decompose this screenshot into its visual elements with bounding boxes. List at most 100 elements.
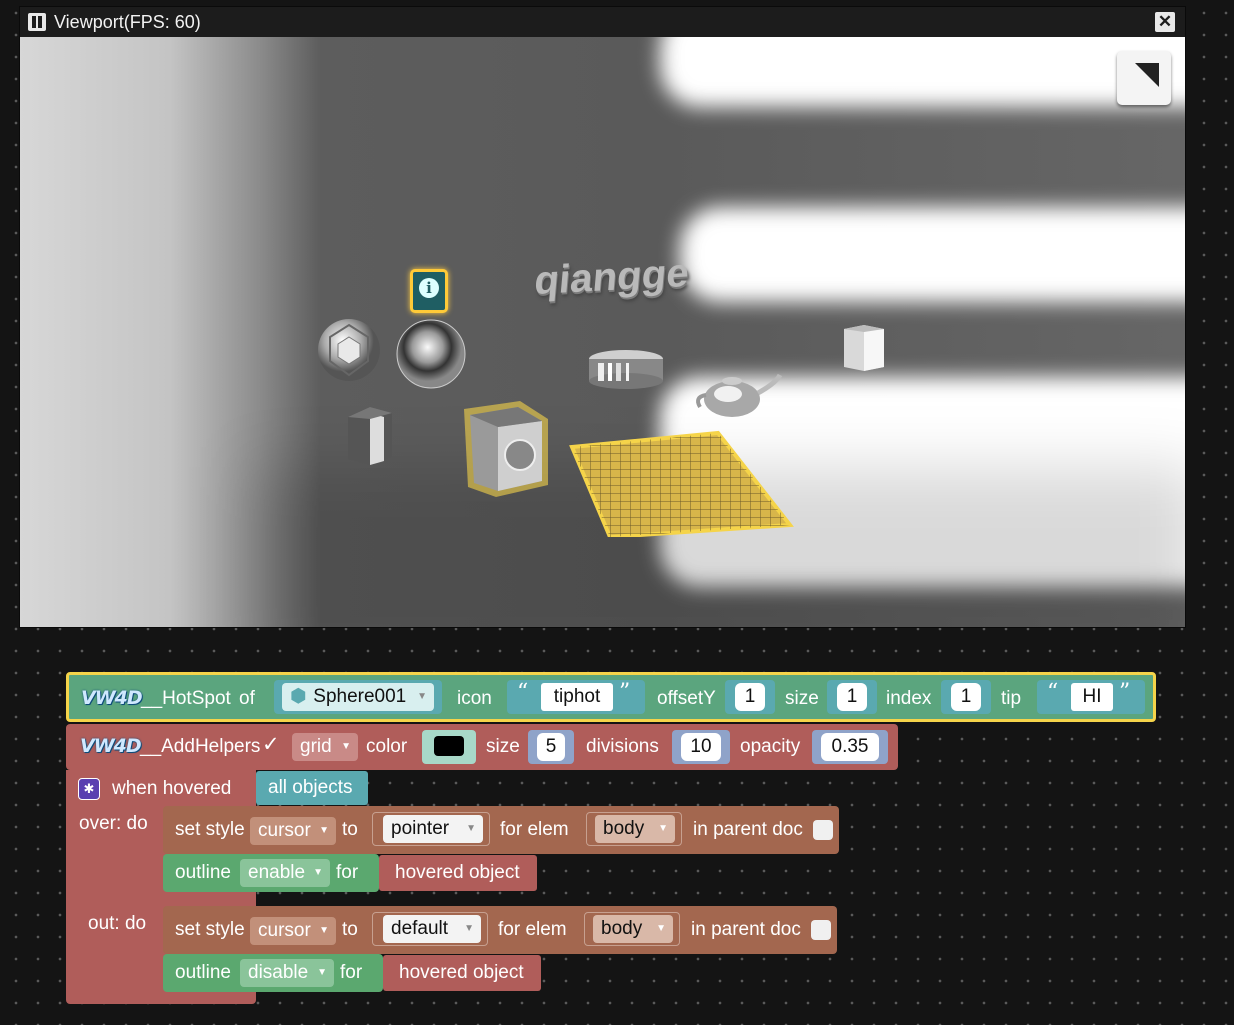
color-block[interactable] (422, 730, 476, 764)
tip-label: tip (1001, 688, 1022, 709)
set-style-label: set style (175, 819, 245, 840)
hexagon-prism-object[interactable] (340, 405, 400, 467)
style-property-dropdown[interactable]: cursor ▼ (250, 817, 336, 845)
3d-text-label: qiangge (532, 251, 691, 303)
hotspot-info-icon[interactable]: i (410, 269, 448, 313)
divisions-input[interactable]: 10 (681, 733, 721, 761)
3d-scene[interactable]: qiangge i (20, 37, 1185, 627)
hovered-object-block[interactable]: hovered object (379, 855, 537, 891)
cursor-value-block[interactable]: default ▼ (372, 912, 488, 946)
hovered-object-label: hovered object (399, 962, 524, 983)
hovered-object-block[interactable]: hovered object (383, 955, 541, 991)
vw4d-logo: VW4D (81, 687, 143, 709)
hover-target-block[interactable]: all objects (256, 771, 368, 805)
icon-string-input[interactable]: tiphot (541, 683, 613, 711)
elem-value-block[interactable]: body ▼ (584, 912, 680, 946)
cursor-value-dropdown[interactable]: default ▼ (383, 915, 481, 943)
elem-dropdown[interactable]: body ▼ (595, 815, 675, 843)
quote-open: “ (1047, 680, 1059, 705)
chevron-down-icon: ▼ (319, 825, 329, 836)
chevron-down-icon: ▼ (658, 823, 668, 834)
cursor-value-dropdown[interactable]: pointer ▼ (383, 815, 483, 843)
index-input[interactable]: 1 (951, 683, 981, 711)
outline-mode-value: disable (248, 962, 309, 983)
outline-mode-value: enable (248, 862, 306, 883)
parent-doc-checkbox[interactable] (811, 920, 831, 940)
cube-small-object[interactable] (840, 323, 888, 373)
light-stripe (660, 37, 1185, 107)
icon-label: icon (457, 688, 492, 709)
to-label: to (342, 819, 358, 840)
enabled-checkbox[interactable]: ✓ (262, 734, 280, 756)
parent-doc-checkbox[interactable] (813, 820, 833, 840)
object-value: Sphere001 (313, 686, 407, 707)
cursor-value-block[interactable]: pointer ▼ (372, 812, 490, 846)
outline-mode-dropdown[interactable]: enable ▼ (240, 859, 330, 887)
tip-string-block[interactable]: “ HI ” (1037, 680, 1145, 714)
in-parent-doc-label: in parent doc (691, 919, 801, 940)
object-value-block[interactable]: ⬢ Sphere001 ▼ (274, 680, 442, 714)
pause-icon[interactable] (28, 13, 46, 31)
helper-type-dropdown[interactable]: grid ▼ (292, 733, 358, 761)
elem-dropdown[interactable]: body ▼ (593, 915, 673, 943)
hovered-object-label: hovered object (395, 862, 520, 883)
helper-type-value: grid (300, 736, 332, 757)
offsety-label: offsetY (657, 688, 716, 709)
over-do-label: over: do (79, 813, 148, 834)
cylinder-disc-object[interactable] (586, 349, 666, 391)
cursor-value: pointer (391, 818, 450, 839)
object-dropdown[interactable]: ⬢ Sphere001 ▼ (282, 683, 434, 711)
chevron-down-icon: ▼ (317, 967, 327, 978)
quote-close: ” (619, 680, 631, 705)
outline-label: outline (175, 862, 231, 883)
style-property-value: cursor (258, 820, 311, 841)
outline-block[interactable]: outline disable ▼ for (163, 954, 383, 992)
in-parent-doc-label: in parent doc (693, 819, 803, 840)
chevron-down-icon: ▼ (313, 867, 323, 878)
light-stripe (680, 207, 1185, 302)
chevron-down-icon: ▼ (341, 741, 351, 752)
outline-mode-dropdown[interactable]: disable ▼ (240, 959, 334, 987)
set-style-block[interactable]: set style cursor ▼ to default ▼ for elem… (163, 906, 837, 954)
block-name: __HotSpot (141, 688, 231, 709)
add-helpers-block[interactable]: VW4D __AddHelpers ✓ grid ▼ color size 5 … (66, 724, 898, 770)
icon-string-block[interactable]: “ tiphot ” (507, 680, 645, 714)
index-label: index (886, 688, 932, 709)
set-style-block[interactable]: set style cursor ▼ to pointer ▼ for elem… (163, 806, 839, 854)
chevron-down-icon: ▼ (656, 923, 666, 934)
tip-string-input[interactable]: HI (1071, 683, 1113, 711)
to-label: to (342, 919, 358, 940)
close-icon[interactable]: ✕ (1155, 12, 1175, 32)
size-number-block[interactable]: 5 (528, 730, 574, 764)
outline-label: outline (175, 962, 231, 983)
chevron-down-icon: ▼ (466, 823, 476, 834)
quote-close: ” (1119, 680, 1131, 705)
offsety-number-block[interactable]: 1 (725, 680, 775, 714)
viewport-title: Viewport(FPS: 60) (54, 12, 201, 32)
faceted-sphere-object[interactable] (316, 317, 382, 383)
divisions-number-block[interactable]: 10 (672, 730, 730, 764)
offsety-input[interactable]: 1 (735, 683, 765, 711)
gear-icon[interactable]: ✱ (78, 778, 100, 800)
style-property-value: cursor (258, 920, 311, 941)
style-property-dropdown[interactable]: cursor ▼ (250, 917, 336, 945)
hover-target: all objects (268, 777, 353, 798)
chrome-sphere-object[interactable] (394, 317, 468, 391)
expand-icon[interactable] (1117, 51, 1171, 105)
viewport-titlebar: Viewport(FPS: 60) ✕ (20, 7, 1185, 37)
opacity-input[interactable]: 0.35 (821, 733, 879, 761)
elem-value-block[interactable]: body ▼ (586, 812, 682, 846)
size-input[interactable]: 1 (837, 683, 867, 711)
index-number-block[interactable]: 1 (941, 680, 991, 714)
chevron-down-icon: ▼ (319, 925, 329, 936)
hotspot-block[interactable]: VW4D __HotSpot of ⬢ Sphere001 ▼ icon “ t… (66, 672, 1156, 722)
elem-value: body (601, 918, 643, 939)
grid-helper-object[interactable] (460, 397, 800, 537)
color-swatch[interactable] (434, 736, 464, 756)
size-input[interactable]: 5 (537, 733, 565, 761)
set-style-label: set style (175, 919, 245, 940)
size-number-block[interactable]: 1 (827, 680, 877, 714)
viewport-window: Viewport(FPS: 60) ✕ qiangge i (20, 7, 1185, 627)
opacity-number-block[interactable]: 0.35 (812, 730, 888, 764)
outline-block[interactable]: outline enable ▼ for (163, 854, 379, 892)
